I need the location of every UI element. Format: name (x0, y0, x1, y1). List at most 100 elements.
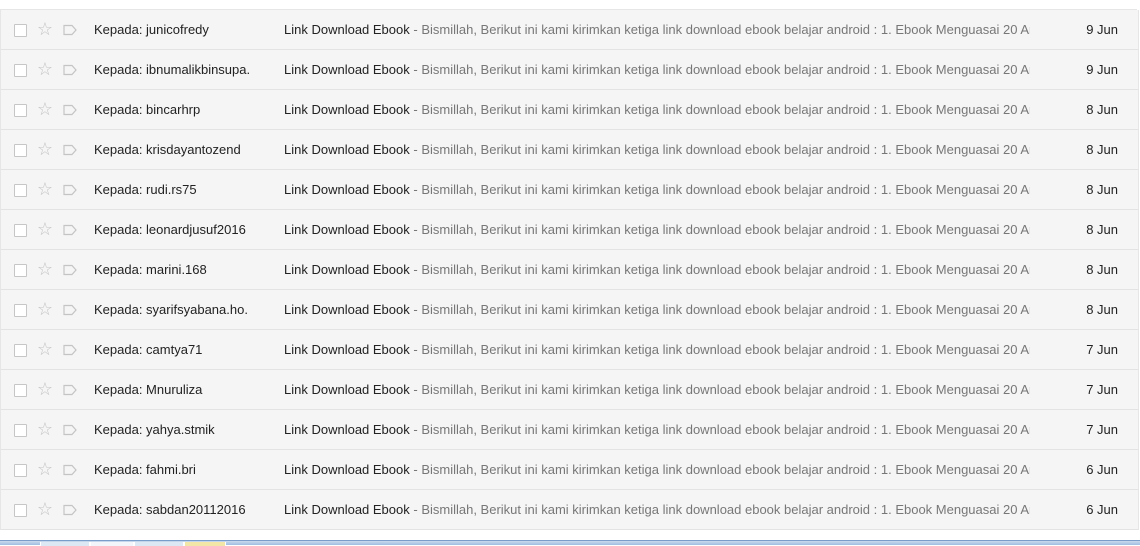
mail-row[interactable]: ☆ Kepada: fahmi.bri Link Download Ebook … (1, 450, 1138, 490)
star-icon[interactable]: ☆ (35, 139, 55, 159)
date: 8 Jun (1086, 182, 1118, 197)
recipient-name: junicofredy (146, 22, 209, 37)
recipient: Kepada: camtya71 (94, 330, 272, 369)
label-tag-icon[interactable] (63, 64, 77, 76)
mail-row[interactable]: ☆ Kepada: yahya.stmik Link Download Eboo… (1, 410, 1138, 450)
checkbox-icon[interactable] (14, 184, 27, 197)
snippet-separator: - (409, 382, 422, 397)
recipient: Kepada: syarifsyabana.ho. (94, 290, 272, 329)
checkbox-icon[interactable] (14, 504, 27, 517)
taskbar-button[interactable] (134, 542, 184, 546)
star-icon[interactable]: ☆ (35, 459, 55, 479)
snippet: Bismillah, Berikut ini kami kirimkan ket… (421, 262, 1030, 277)
taskbar-button[interactable] (184, 542, 226, 546)
mail-row[interactable]: ☆ Kepada: Mnuruliza Link Download Ebook … (1, 370, 1138, 410)
checkbox-icon[interactable] (14, 304, 27, 317)
subject: Link Download Ebook (284, 462, 410, 477)
recipient-prefix: Kepada: (94, 102, 147, 117)
star-icon[interactable]: ☆ (35, 339, 55, 359)
recipient-prefix: Kepada: (94, 262, 147, 277)
snippet: Bismillah, Berikut ini kami kirimkan ket… (421, 462, 1030, 477)
checkbox-icon[interactable] (14, 464, 27, 477)
star-icon[interactable]: ☆ (35, 59, 55, 79)
snippet: Bismillah, Berikut ini kami kirimkan ket… (421, 422, 1030, 437)
checkbox-icon[interactable] (14, 424, 27, 437)
date: 8 Jun (1086, 222, 1118, 237)
subject-line: Link Download Ebook - Bismillah, Berikut… (284, 370, 1030, 409)
snippet-separator: - (409, 502, 422, 517)
star-icon[interactable]: ☆ (35, 419, 55, 439)
recipient-prefix: Kepada: (94, 382, 147, 397)
taskbar-button[interactable] (90, 542, 134, 546)
label-tag-icon[interactable] (63, 104, 77, 116)
star-icon[interactable]: ☆ (35, 379, 55, 399)
checkbox-icon[interactable] (14, 144, 27, 157)
subject: Link Download Ebook (284, 142, 410, 157)
label-tag-icon[interactable] (63, 184, 77, 196)
label-tag-icon[interactable] (63, 304, 77, 316)
label-tag-icon[interactable] (63, 344, 77, 356)
star-icon[interactable]: ☆ (35, 219, 55, 239)
star-icon[interactable]: ☆ (35, 99, 55, 119)
mail-row[interactable]: ☆ Kepada: ibnumalikbinsupa. Link Downloa… (1, 50, 1138, 90)
snippet-separator: - (409, 222, 422, 237)
taskbar-button[interactable] (40, 542, 90, 546)
label-tag-icon[interactable] (63, 464, 77, 476)
mail-row[interactable]: ☆ Kepada: junicofredy Link Download Eboo… (1, 10, 1138, 50)
mail-row[interactable]: ☆ Kepada: syarifsyabana.ho. Link Downloa… (1, 290, 1138, 330)
label-tag-icon[interactable] (63, 504, 77, 516)
recipient: Kepada: leonardjusuf2016 (94, 210, 272, 249)
label-tag-icon[interactable] (63, 224, 77, 236)
recipient-name: fahmi.bri (146, 462, 196, 477)
star-icon[interactable]: ☆ (35, 499, 55, 519)
checkbox-icon[interactable] (14, 264, 27, 277)
mail-row[interactable]: ☆ Kepada: marini.168 Link Download Ebook… (1, 250, 1138, 290)
checkbox-icon[interactable] (14, 344, 27, 357)
recipient-name: camtya71 (146, 342, 203, 357)
snippet: Bismillah, Berikut ini kami kirimkan ket… (421, 302, 1030, 317)
recipient: Kepada: ibnumalikbinsupa. (94, 50, 272, 89)
mail-row[interactable]: ☆ Kepada: leonardjusuf2016 Link Download… (1, 210, 1138, 250)
subject-line: Link Download Ebook - Bismillah, Berikut… (284, 450, 1030, 489)
snippet: Bismillah, Berikut ini kami kirimkan ket… (421, 342, 1030, 357)
date: 8 Jun (1086, 302, 1118, 317)
recipient-name: leonardjusuf2016 (146, 222, 246, 237)
mail-row[interactable]: ☆ Kepada: sabdan20112016 Link Download E… (1, 490, 1138, 530)
recipient: Kepada: sabdan20112016 (94, 490, 272, 529)
subject: Link Download Ebook (284, 502, 410, 517)
snippet-separator: - (409, 182, 422, 197)
star-icon[interactable]: ☆ (35, 299, 55, 319)
star-icon[interactable]: ☆ (35, 19, 55, 39)
mail-row[interactable]: ☆ Kepada: krisdayantozend Link Download … (1, 130, 1138, 170)
label-tag-icon[interactable] (63, 24, 77, 36)
recipient-name: bincarhrp (146, 102, 201, 117)
label-tag-icon[interactable] (63, 424, 77, 436)
recipient-name: ibnumalikbinsupa. (146, 62, 251, 77)
star-icon[interactable]: ☆ (35, 179, 55, 199)
label-tag-icon[interactable] (63, 384, 77, 396)
checkbox-icon[interactable] (14, 384, 27, 397)
snippet-separator: - (409, 62, 422, 77)
star-icon[interactable]: ☆ (35, 259, 55, 279)
checkbox-icon[interactable] (14, 104, 27, 117)
checkbox-icon[interactable] (14, 64, 27, 77)
mail-row[interactable]: ☆ Kepada: rudi.rs75 Link Download Ebook … (1, 170, 1138, 210)
recipient-prefix: Kepada: (94, 462, 147, 477)
taskbar (0, 540, 1140, 546)
date: 8 Jun (1086, 102, 1118, 117)
recipient-name: Mnuruliza (146, 382, 203, 397)
subject-line: Link Download Ebook - Bismillah, Berikut… (284, 10, 1030, 49)
subject: Link Download Ebook (284, 262, 410, 277)
checkbox-icon[interactable] (14, 224, 27, 237)
mail-row[interactable]: ☆ Kepada: bincarhrp Link Download Ebook … (1, 90, 1138, 130)
label-tag-icon[interactable] (63, 264, 77, 276)
label-tag-icon[interactable] (63, 144, 77, 156)
mail-row[interactable]: ☆ Kepada: camtya71 Link Download Ebook -… (1, 330, 1138, 370)
recipient-prefix: Kepada: (94, 62, 147, 77)
recipient-name: krisdayantozend (146, 142, 241, 157)
recipient-name: yahya.stmik (146, 422, 215, 437)
checkbox-icon[interactable] (14, 24, 27, 37)
date: 8 Jun (1086, 142, 1118, 157)
snippet-separator: - (409, 422, 422, 437)
recipient-prefix: Kepada: (94, 422, 147, 437)
